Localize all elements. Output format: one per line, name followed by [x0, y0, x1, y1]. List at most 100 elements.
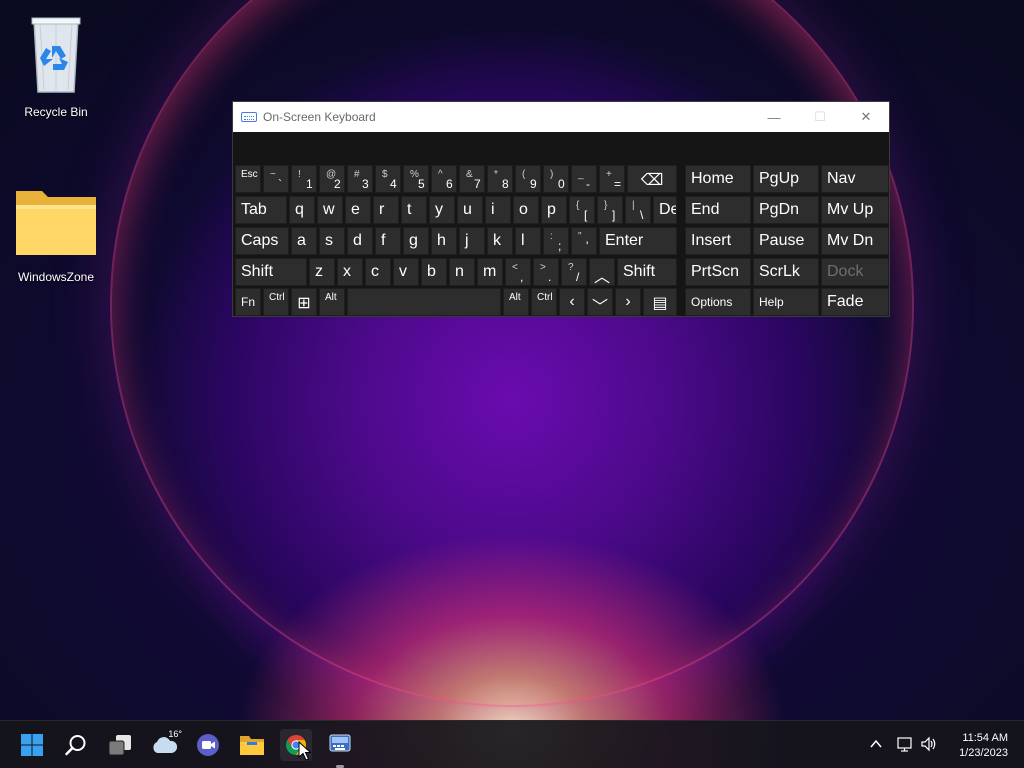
search-icon[interactable] — [60, 729, 92, 761]
key-equals[interactable]: + = — [599, 165, 625, 193]
key-enter[interactable]: Enter — [599, 227, 677, 255]
key-m[interactable]: m — [477, 258, 503, 286]
key-l[interactable]: l — [515, 227, 541, 255]
key-y[interactable]: y — [429, 196, 455, 224]
key-v[interactable]: v — [393, 258, 419, 286]
key-7[interactable]: & 7 — [459, 165, 485, 193]
key-rctrl[interactable]: Ctrl — [531, 288, 557, 316]
key-prtscn[interactable]: PrtScn — [685, 258, 751, 286]
key-q[interactable]: q — [289, 196, 315, 224]
key-w[interactable]: w — [317, 196, 343, 224]
key-space[interactable] — [347, 288, 501, 316]
network-icon[interactable] — [896, 735, 914, 753]
start-icon[interactable] — [16, 729, 48, 761]
key-up[interactable]: ︿ — [589, 258, 615, 286]
key-mvup[interactable]: Mv Up — [821, 196, 889, 224]
key-left[interactable]: ‹ — [559, 288, 585, 316]
key-home[interactable]: Home — [685, 165, 751, 193]
key-end[interactable]: End — [685, 196, 751, 224]
key-5[interactable]: % 5 — [403, 165, 429, 193]
key-options[interactable]: Options — [685, 288, 751, 316]
key-j[interactable]: j — [459, 227, 485, 255]
key-h[interactable]: h — [431, 227, 457, 255]
key-c[interactable]: c — [365, 258, 391, 286]
key-d[interactable]: d — [347, 227, 373, 255]
key-nav[interactable]: Nav — [821, 165, 889, 193]
key-ralt[interactable]: Alt — [503, 288, 529, 316]
key-slash[interactable]: ? / — [561, 258, 587, 286]
key-i[interactable]: i — [485, 196, 511, 224]
key-help[interactable]: Help — [753, 288, 819, 316]
key-x[interactable]: x — [337, 258, 363, 286]
key-k[interactable]: k — [487, 227, 513, 255]
key-lshift[interactable]: Shift — [235, 258, 307, 286]
key-0[interactable]: ) 0 — [543, 165, 569, 193]
volume-icon[interactable] — [920, 735, 938, 753]
key-2[interactable]: @2 — [319, 165, 345, 193]
key-3[interactable]: #3 — [347, 165, 373, 193]
file-explorer-icon[interactable] — [236, 729, 268, 761]
key-p[interactable]: p — [541, 196, 567, 224]
key-tab[interactable]: Tab — [235, 196, 287, 224]
key-6[interactable]: ^ 6 — [431, 165, 457, 193]
key-o[interactable]: o — [513, 196, 539, 224]
key-del[interactable]: Del — [653, 196, 677, 224]
key-mvdn[interactable]: Mv Dn — [821, 227, 889, 255]
key-8[interactable]: * 8 — [487, 165, 513, 193]
maximize-button[interactable]: ☐ — [797, 102, 843, 132]
key-backspace[interactable]: ⌫ — [627, 165, 677, 193]
key-s[interactable]: s — [319, 227, 345, 255]
key-e[interactable]: e — [345, 196, 371, 224]
key-9[interactable]: (9 — [515, 165, 541, 193]
key-down[interactable]: ﹀ — [587, 288, 613, 316]
close-button[interactable]: ✕ — [843, 102, 889, 132]
key-insert[interactable]: Insert — [685, 227, 751, 255]
chevron-up-icon[interactable] — [868, 736, 884, 752]
osk-app-icon[interactable] — [324, 729, 356, 761]
key-period[interactable]: >. — [533, 258, 559, 286]
key-esc[interactable]: Esc — [235, 165, 261, 193]
key-caps[interactable]: Caps — [235, 227, 289, 255]
key-pause[interactable]: Pause — [753, 227, 819, 255]
key-lalt[interactable]: Alt — [319, 288, 345, 316]
minimize-button[interactable]: — — [751, 102, 797, 132]
key-fade[interactable]: Fade — [821, 288, 889, 316]
key-lbracket[interactable]: {[ — [569, 196, 595, 224]
chat-icon[interactable] — [192, 729, 224, 761]
key-1[interactable]: ! 1 — [291, 165, 317, 193]
clock[interactable]: 11:54 AM 1/23/2023 — [959, 731, 1008, 761]
key-lctrl[interactable]: Ctrl — [263, 288, 289, 316]
key-right[interactable]: › — [615, 288, 641, 316]
key-r[interactable]: r — [373, 196, 399, 224]
key-pgdn[interactable]: PgDn — [753, 196, 819, 224]
key-semicolon[interactable]: :; — [543, 227, 569, 255]
key-rshift[interactable]: Shift — [617, 258, 677, 286]
key-backslash[interactable]: | \ — [625, 196, 651, 224]
key-u[interactable]: u — [457, 196, 483, 224]
key-scrlk[interactable]: ScrLk — [753, 258, 819, 286]
key-minus[interactable]: _ - — [571, 165, 597, 193]
key-label: Alt — [509, 292, 521, 303]
key-win[interactable]: ⊞ — [291, 288, 317, 316]
key-rbracket[interactable]: }] — [597, 196, 623, 224]
desktop-icon-recycle-bin[interactable]: Recycle Bin — [10, 8, 102, 119]
key-dock[interactable]: Dock — [821, 258, 889, 286]
key-menu[interactable]: ▤ — [643, 288, 677, 316]
key-pgup[interactable]: PgUp — [753, 165, 819, 193]
key-b[interactable]: b — [421, 258, 447, 286]
osk-titlebar[interactable]: On-Screen Keyboard — ☐ ✕ — [233, 102, 889, 132]
desktop-icon-windowszone[interactable]: WindowsZone — [10, 185, 102, 284]
key-comma[interactable]: <, — [505, 258, 531, 286]
key-t[interactable]: t — [401, 196, 427, 224]
key-tilde[interactable]: ~ ` — [263, 165, 289, 193]
key-fn[interactable]: Fn — [235, 288, 261, 316]
key-g[interactable]: g — [403, 227, 429, 255]
key-z[interactable]: z — [309, 258, 335, 286]
key-f[interactable]: f — [375, 227, 401, 255]
key-n[interactable]: n — [449, 258, 475, 286]
weather-icon[interactable]: 16° — [148, 729, 182, 761]
key-quote[interactable]: " ' — [571, 227, 597, 255]
key-4[interactable]: $4 — [375, 165, 401, 193]
task-view-icon[interactable] — [104, 729, 136, 761]
key-a[interactable]: a — [291, 227, 317, 255]
